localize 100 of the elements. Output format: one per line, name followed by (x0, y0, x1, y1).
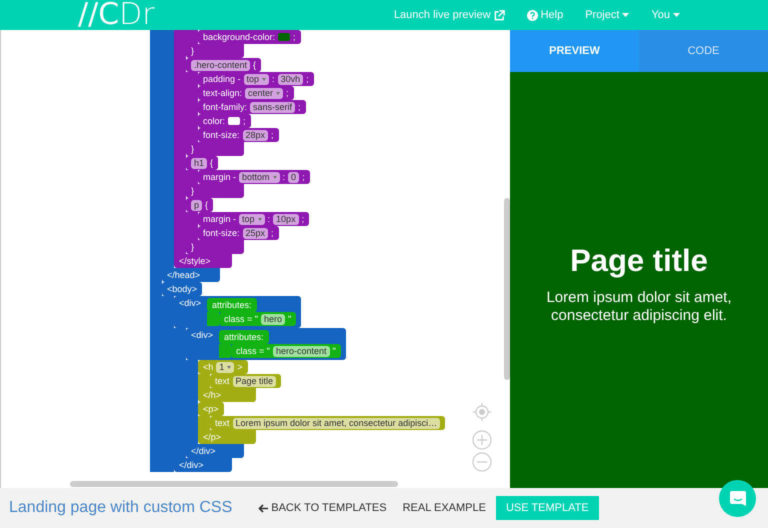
block-end: </h> (198, 388, 256, 402)
code-block[interactable]: class = " hero-content " (231, 344, 341, 358)
block-label: font-size: (203, 228, 240, 238)
block-label: : (268, 214, 270, 224)
block-label: <h (203, 362, 214, 372)
code-block[interactable]: p { (186, 198, 214, 212)
block-end: </div> (186, 444, 244, 458)
text-field[interactable]: 28px (242, 130, 268, 140)
external-link-icon (494, 10, 505, 20)
zoom-out-icon[interactable] (472, 452, 492, 472)
block-label: background-color: (203, 32, 276, 42)
code-block[interactable]: <div> attributes: class = " hero-content " (186, 328, 346, 360)
block-label: ; (286, 88, 289, 98)
scrollbar[interactable] (504, 198, 510, 380)
text-field[interactable]: p (191, 200, 202, 210)
help-icon (526, 10, 538, 20)
block-label: <div> (191, 330, 214, 340)
block-end: </style> (174, 254, 232, 268)
block-end: } (186, 184, 244, 198)
text-field[interactable]: hero-content (273, 346, 330, 356)
recenter-icon[interactable] (472, 402, 492, 422)
block-label: attributes: (212, 300, 252, 310)
block-label: class = " (236, 346, 270, 356)
block-label: padding - (203, 74, 241, 84)
code-block[interactable]: text Lorem ipsum dolor sit amet, consectetur adipisci… (210, 416, 446, 430)
code-block[interactable]: margin - top : 10px ; (198, 212, 310, 226)
code-block[interactable]: text Page title (210, 374, 282, 388)
color-swatch[interactable] (278, 33, 290, 41)
block-label: ; (302, 214, 304, 224)
block-label: text (215, 418, 230, 428)
dropdown[interactable]: top (239, 214, 265, 224)
code-block[interactable]: margin - bottom : 0 ; (198, 170, 310, 184)
page-heading: Page title (570, 242, 708, 279)
code-block[interactable]: <body> (162, 282, 202, 296)
text-field[interactable]: 25px (242, 228, 268, 238)
caret-icon (673, 13, 680, 17)
block-label: ; (298, 102, 301, 112)
dropdown[interactable]: bottom (239, 172, 280, 182)
block-label: > (237, 362, 243, 372)
block-label: attributes: (224, 332, 264, 342)
block-label: <div> (179, 298, 202, 308)
block-end: </head> (162, 268, 220, 282)
block-label: margin - (203, 214, 236, 224)
code-block[interactable]: font-family: sans-serif ; (198, 100, 306, 114)
code-block[interactable]: <h 1 > (198, 360, 248, 374)
text-field[interactable]: 30vh (278, 74, 304, 84)
text-field[interactable]: hero (261, 314, 286, 324)
block-label: : (272, 74, 275, 84)
block-label: class = " (224, 314, 258, 324)
text-field[interactable]: Lorem ipsum dolor sit amet, consectetur adipisci… (232, 418, 440, 428)
block-label: font-family: (203, 102, 248, 112)
block-label: ; (243, 116, 246, 126)
caret-icon (227, 366, 232, 368)
code-block[interactable]: color: ; (198, 114, 251, 128)
caret-icon (272, 176, 277, 178)
chat-button[interactable] (719, 480, 756, 517)
text-field[interactable]: .hero-content (191, 60, 250, 70)
text-field[interactable]: Page title (232, 376, 276, 386)
example-button[interactable]: REAL EXAMPLE (394, 496, 494, 520)
code-block[interactable]: h1 { (186, 156, 218, 170)
color-swatch[interactable] (228, 117, 240, 125)
scrollbar[interactable] (70, 481, 398, 487)
text-field[interactable]: 10px (273, 214, 299, 224)
code-block[interactable]: background-color: ; (198, 30, 301, 44)
block-label: <p> (203, 404, 219, 414)
caret-icon (622, 13, 630, 17)
block-label: ; (306, 74, 309, 84)
chat-icon (728, 490, 746, 508)
page-paragraph: Lorem ipsum dolor sit amet, consectetur adipiscing elit. (545, 289, 733, 325)
block-label: : (282, 172, 286, 182)
block-end: } (186, 240, 244, 254)
block-label: ; (271, 130, 274, 140)
block-label: margin - (203, 172, 236, 182)
dropdown[interactable]: top (244, 74, 270, 84)
code-block[interactable]: .hero-content { (186, 58, 262, 72)
block-label: ; (271, 228, 274, 238)
code-block[interactable]: text-align: center ; (198, 86, 294, 100)
block-label: <body> (167, 284, 198, 294)
text-field[interactable]: 0 (288, 172, 300, 182)
text-field[interactable]: h1 (191, 158, 208, 168)
block-label: " (332, 346, 336, 356)
code-block[interactable]: font-size: 25px ; (198, 226, 279, 240)
text-field[interactable]: sans-serif (250, 102, 296, 112)
block-end: } (186, 44, 244, 58)
zoom-in-icon[interactable] (472, 430, 492, 450)
code-block[interactable]: padding - top : 30vh ; (198, 72, 314, 86)
block-label: { (253, 60, 256, 70)
caret-icon (262, 78, 266, 80)
dropdown[interactable]: center (245, 88, 284, 98)
block-end: } (186, 142, 244, 156)
block-label: " (288, 314, 292, 324)
code-block[interactable]: font-size: 28px ; (198, 128, 279, 142)
code-block[interactable]: <div> attributes: class = " hero " (174, 296, 302, 328)
arrow-left-icon (258, 504, 268, 512)
code-block[interactable]: class = " hero " (219, 312, 296, 326)
back-button[interactable]: BACK TO TEMPLATES (250, 496, 395, 520)
caret-icon (258, 218, 262, 220)
block-end: </p> (198, 430, 256, 444)
dropdown[interactable]: 1 (216, 362, 234, 372)
block-label: { (205, 200, 208, 210)
